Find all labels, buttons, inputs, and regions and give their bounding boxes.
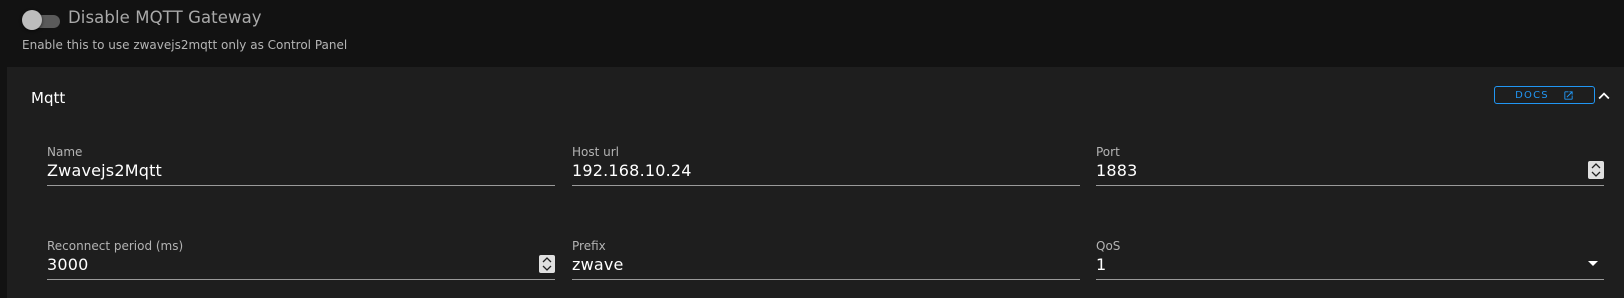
name-input[interactable]: Zwavejs2Mqtt [47,161,162,180]
reconnect-period-input[interactable]: 3000 [47,255,89,274]
port-field[interactable]: Port 1883 [1096,145,1604,186]
docs-button[interactable]: DOCS [1494,86,1595,104]
qos-select[interactable]: QoS 1 [1096,239,1604,280]
reconnect-period-field[interactable]: Reconnect period (ms) 3000 [47,239,555,280]
chevron-up-icon[interactable] [1593,85,1615,107]
host-url-input[interactable]: 192.168.10.24 [572,161,692,180]
dropdown-arrow-icon[interactable] [1588,261,1598,266]
number-stepper-icon[interactable] [539,255,555,273]
port-label: Port [1096,145,1120,159]
docs-label: DOCS [1515,89,1549,101]
gateway-section: Disable MQTT Gateway Enable this to use … [0,0,1624,67]
toggle-label[interactable]: Disable MQTT Gateway [68,8,262,27]
prefix-field[interactable]: Prefix zwave [572,239,1080,280]
number-stepper-icon[interactable] [1588,161,1604,179]
panel-title[interactable]: Mqtt [31,89,65,107]
disable-mqtt-gateway-toggle[interactable] [22,10,62,30]
toggle-thumb [22,10,42,30]
prefix-input[interactable]: zwave [572,255,624,274]
host-url-field[interactable]: Host url 192.168.10.24 [572,145,1080,186]
toggle-hint: Enable this to use zwavejs2mqtt only as … [22,38,348,52]
qos-label: QoS [1096,239,1121,253]
open-in-new-icon [1564,90,1573,100]
port-input[interactable]: 1883 [1096,161,1138,180]
qos-value[interactable]: 1 [1096,255,1106,274]
prefix-label: Prefix [572,239,606,253]
name-label: Name [47,145,83,159]
reconnect-period-label: Reconnect period (ms) [47,239,184,253]
mqtt-panel: Mqtt DOCS Name Zwavejs2Mqtt Host url 192… [7,67,1624,298]
name-field[interactable]: Name Zwavejs2Mqtt [47,145,555,186]
host-url-label: Host url [572,145,620,159]
